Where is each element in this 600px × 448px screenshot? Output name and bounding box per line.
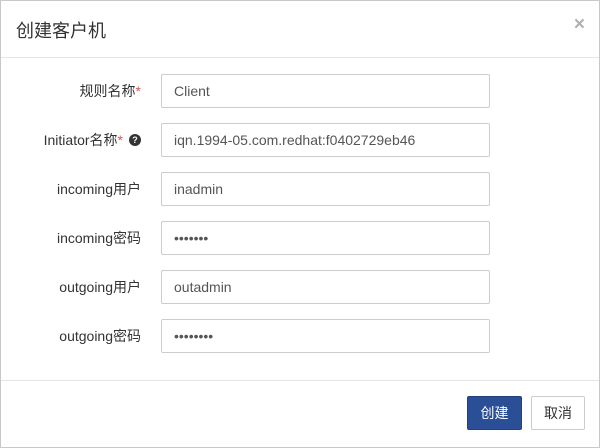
required-mark: * (135, 83, 141, 99)
incoming-password-label: incoming密码 (56, 230, 141, 246)
form-row-outgoing-user: outgoing用户 (1, 270, 599, 304)
incoming-password-input[interactable] (161, 221, 490, 255)
form-row-outgoing-password: outgoing密码 (1, 319, 599, 353)
required-mark: * (117, 132, 123, 148)
form-row-rule-name: 规则名称* (1, 74, 599, 108)
initiator-name-label: Initiator名称*? (44, 123, 141, 157)
outgoing-password-label: outgoing密码 (59, 328, 141, 344)
rule-name-input[interactable] (161, 74, 490, 108)
form-row-initiator-name: Initiator名称*? (1, 123, 599, 157)
outgoing-user-input[interactable] (161, 270, 490, 304)
incoming-user-input[interactable] (161, 172, 490, 206)
dialog-footer: 创建 取消 (1, 380, 599, 447)
form-row-incoming-user: incoming用户 (1, 172, 599, 206)
incoming-user-label: incoming用户 (56, 181, 141, 197)
outgoing-password-input[interactable] (161, 319, 490, 353)
dialog-header: 创建客户机 × (1, 1, 599, 58)
create-client-dialog: 创建客户机 × 规则名称* Initiator名称*? incoming用户 i… (0, 0, 600, 448)
dialog-body: 规则名称* Initiator名称*? incoming用户 incoming密… (1, 58, 599, 383)
initiator-name-input[interactable] (161, 123, 490, 157)
dialog-title: 创建客户机 (16, 21, 106, 41)
cancel-button[interactable]: 取消 (531, 396, 585, 430)
form-row-incoming-password: incoming密码 (1, 221, 599, 255)
rule-name-label: 规则名称* (79, 83, 141, 99)
close-icon[interactable]: × (574, 15, 585, 35)
outgoing-user-label: outgoing用户 (59, 279, 141, 295)
question-circle-icon[interactable]: ? (129, 134, 141, 147)
create-button[interactable]: 创建 (467, 396, 522, 430)
